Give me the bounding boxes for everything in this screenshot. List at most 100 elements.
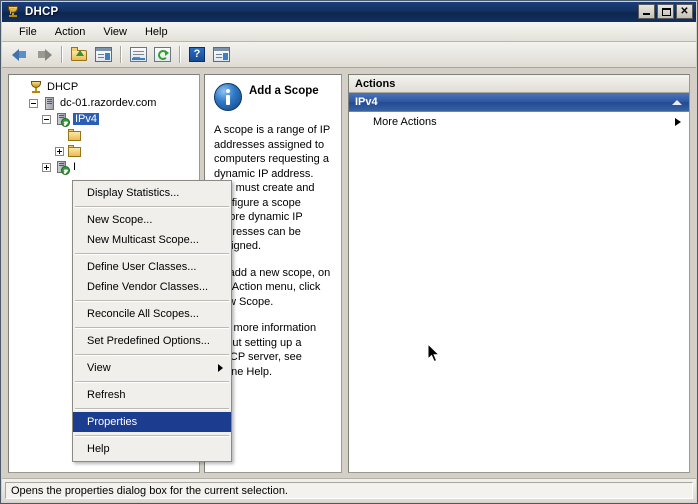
context-menu-separator <box>75 327 229 328</box>
context-menu-item-label: Properties <box>87 416 138 428</box>
context-menu-item-properties[interactable]: Properties <box>73 412 231 432</box>
folder-icon <box>67 128 83 143</box>
submenu-arrow-icon <box>218 364 223 372</box>
forward-icon <box>36 48 52 62</box>
close-icon: ✕ <box>680 5 689 17</box>
tree-node-scope-folder-1[interactable] <box>13 127 197 143</box>
actions-pane-header: Actions <box>349 75 689 93</box>
console-tree: DHCP dc-01.razordev.com IPv4 I <box>9 75 199 177</box>
dhcp-cup-icon <box>28 80 44 95</box>
title-bar: DHCP ✕ <box>2 2 696 22</box>
toolbar: ? <box>2 42 696 68</box>
tree-expander-slot <box>52 146 67 156</box>
server-icon <box>41 96 57 111</box>
toolbar-separator-2 <box>120 46 121 63</box>
tree-expander-slot <box>39 162 54 172</box>
help-button[interactable]: ? <box>186 44 208 66</box>
context-menu-item-label: New Multicast Scope... <box>87 234 199 246</box>
tree-node-label: dc-01.razordev.com <box>60 97 157 109</box>
back-button[interactable] <box>9 44 31 66</box>
menu-bar: File Action View Help <box>2 22 696 42</box>
dhcp-cup-icon <box>5 4 21 20</box>
tree-node-ipv4[interactable]: IPv4 <box>13 111 197 127</box>
triangle-right-icon <box>675 118 681 126</box>
context-menu-item-define-vendor-classes[interactable]: Define Vendor Classes... <box>73 277 231 297</box>
details-paragraph-2: To add a new scope, on the Action menu, … <box>214 266 331 308</box>
chevron-up-icon[interactable] <box>672 99 682 105</box>
tree-node-label: I <box>73 161 77 173</box>
window-controls: ✕ <box>638 4 693 19</box>
actions-section-label: IPv4 <box>355 96 378 108</box>
details-paragraph-3: For more information about setting up a … <box>214 322 317 378</box>
collapse-toggle-icon[interactable] <box>42 114 51 124</box>
status-bar: Opens the properties dialog box for the … <box>2 478 696 502</box>
tree-node-ipv6[interactable]: I <box>13 159 197 175</box>
menu-action[interactable]: Action <box>46 24 95 40</box>
context-menu-item-view[interactable]: View <box>73 358 231 378</box>
context-menu: Display Statistics... New Scope... New M… <box>72 180 232 462</box>
context-menu-separator <box>75 381 229 382</box>
context-menu-separator <box>75 435 229 436</box>
tree-expander-slot <box>26 98 41 108</box>
tree-node-label: DHCP <box>47 81 79 93</box>
show-hide-tree-button[interactable] <box>92 44 114 66</box>
context-menu-separator <box>75 354 229 355</box>
dhcp-console-window: DHCP ✕ File Action View Help ? DHCP dc-0… <box>0 0 698 504</box>
menu-file[interactable]: File <box>10 24 46 40</box>
context-menu-item-label: Refresh <box>87 389 126 401</box>
show-hide-action-pane-icon <box>212 47 230 62</box>
actions-pane: Actions IPv4 More Actions <box>348 74 690 473</box>
tree-node-server[interactable]: dc-01.razordev.com <box>13 95 197 111</box>
folder-icon <box>67 144 83 159</box>
window-title: DHCP <box>25 6 59 18</box>
expand-toggle-icon[interactable] <box>55 146 64 156</box>
show-hide-action-pane-button[interactable] <box>210 44 232 66</box>
tree-node-scope-folder-2[interactable] <box>13 143 197 159</box>
context-menu-item-label: View <box>87 362 111 374</box>
context-menu-item-display-statistics[interactable]: Display Statistics... <box>73 183 231 203</box>
actions-section-ipv4[interactable]: IPv4 <box>349 93 689 112</box>
context-menu-item-new-scope[interactable]: New Scope... <box>73 210 231 230</box>
forward-button[interactable] <box>33 44 55 66</box>
close-button[interactable]: ✕ <box>676 4 693 19</box>
details-title: Add a Scope <box>249 85 319 97</box>
up-folder-button[interactable] <box>68 44 90 66</box>
properties-icon <box>129 47 147 62</box>
menu-view[interactable]: View <box>94 24 136 40</box>
menu-help[interactable]: Help <box>136 24 177 40</box>
context-menu-item-set-predefined-options[interactable]: Set Predefined Options... <box>73 331 231 351</box>
maximize-button[interactable] <box>657 4 674 19</box>
refresh-button[interactable] <box>151 44 173 66</box>
context-menu-item-label: Set Predefined Options... <box>87 335 210 347</box>
details-paragraph-1: A scope is a range of IP addresses assig… <box>214 124 330 252</box>
status-text: Opens the properties dialog box for the … <box>5 482 693 499</box>
info-icon <box>214 83 242 111</box>
properties-button[interactable] <box>127 44 149 66</box>
tree-expander-slot <box>39 114 54 124</box>
tree-node-label: IPv4 <box>73 113 100 125</box>
collapse-toggle-icon[interactable] <box>29 98 38 108</box>
context-menu-separator <box>75 253 229 254</box>
context-menu-separator <box>75 300 229 301</box>
minimize-button[interactable] <box>638 4 655 19</box>
context-menu-item-refresh[interactable]: Refresh <box>73 385 231 405</box>
context-menu-item-new-multicast-scope[interactable]: New Multicast Scope... <box>73 230 231 250</box>
context-menu-item-label: New Scope... <box>87 214 153 226</box>
toolbar-separator-3 <box>179 46 180 63</box>
context-menu-item-help[interactable]: Help <box>73 439 231 459</box>
help-icon: ? <box>189 47 205 62</box>
scope-ok-icon <box>54 112 70 127</box>
context-menu-item-reconcile-all-scopes[interactable]: Reconcile All Scopes... <box>73 304 231 324</box>
context-menu-item-label: Define Vendor Classes... <box>87 281 209 293</box>
action-more-actions[interactable]: More Actions <box>349 112 689 132</box>
back-icon <box>12 48 28 62</box>
context-menu-separator <box>75 408 229 409</box>
expand-toggle-icon[interactable] <box>42 162 51 172</box>
up-folder-icon <box>70 47 88 62</box>
toolbar-separator <box>61 46 62 63</box>
tree-node-dhcp[interactable]: DHCP <box>13 79 197 95</box>
context-menu-item-label: Define User Classes... <box>87 261 197 273</box>
action-label: More Actions <box>373 116 437 128</box>
details-body: A scope is a range of IP addresses assig… <box>214 123 334 379</box>
context-menu-item-define-user-classes[interactable]: Define User Classes... <box>73 257 231 277</box>
